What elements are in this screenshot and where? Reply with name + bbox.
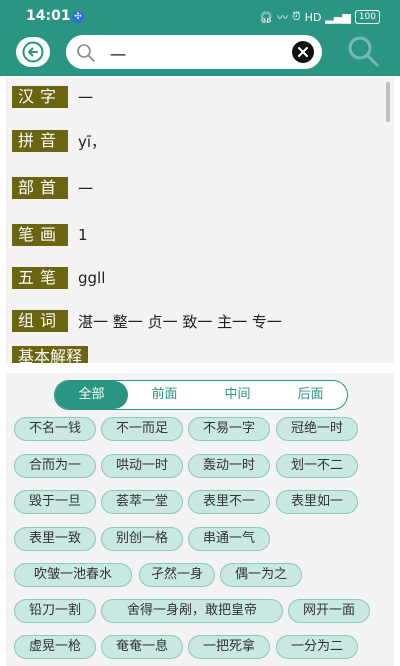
search-icon-right[interactable] [346,34,380,68]
back-button[interactable] [16,37,50,67]
battery-icon: 100 [354,10,380,24]
pinyin-row: 拼音 yī， [12,130,106,152]
character-info-panel: 汉字 一 拼音 yī， 部首 一 笔画 1 五笔 ggll 组词 湛一 整一 贞… [6,78,394,363]
idiom-chip[interactable]: 表里不一 [188,490,270,514]
words-label: 组词 [12,310,69,332]
search-box[interactable]: 一 [66,35,322,69]
app-header: 14:01 ✣ 🎧︎ 〰 ⏰︎ HD ▂▄▆ 100 一 [0,0,400,76]
tab-0[interactable]: 全部 [55,381,128,409]
headphones-icon: 🎧︎ [259,10,274,24]
position-tabs: 全部 前面 中间 后面 [54,380,348,410]
idiom-chip[interactable]: 合而为一 [14,454,96,478]
idiom-chip[interactable]: 吹皱一池春水 [14,563,132,587]
idiom-chip[interactable]: 一分为二 [276,635,358,659]
hanzi-value: 一 [78,88,94,107]
vibrate-icon: 〰 [277,11,289,24]
idiom-chip[interactable]: 串通一气 [188,527,270,551]
idiom-chip[interactable]: 一把死拿 [188,635,270,659]
basic-row: 基本解释 [12,346,89,363]
words-row: 组词 湛一 整一 贞一 致一 主一 专一 [12,310,282,332]
idiom-chip[interactable]: 轰动一时 [188,454,270,478]
hanzi-label: 汉字 [12,86,69,108]
strokes-label: 笔画 [12,224,69,246]
radical-value: 一 [78,179,94,198]
idiom-chip[interactable]: 表里如一 [276,490,358,514]
tab-1[interactable]: 前面 [128,381,201,409]
idiom-chip[interactable]: 冠绝一时 [276,417,358,441]
alarm-icon: ⏰︎ [292,10,301,23]
words-value: 湛一 整一 贞一 致一 主一 专一 [78,312,282,331]
status-icons: 🎧︎ 〰 ⏰︎ HD ▂▄▆ 100 [259,9,380,25]
strokes-row: 笔画 1 [12,224,88,246]
idiom-chip[interactable]: 铅刀一割 [14,599,96,623]
idiom-chip[interactable]: 偶一为之 [220,563,302,587]
idiom-chip[interactable]: 别创一格 [101,527,183,551]
pinyin-value: yī， [78,132,107,151]
status-bar: 14:01 ✣ 🎧︎ 〰 ⏰︎ HD ▂▄▆ 100 [0,0,400,34]
idiom-chip[interactable]: 虚晃一枪 [14,635,96,659]
basic-label: 基本解释 [12,346,89,363]
idiom-chip[interactable]: 不名一钱 [14,417,96,441]
idiom-chip[interactable]: 毁于一旦 [14,490,96,514]
pinyin-label: 拼音 [12,130,69,152]
wubi-row: 五笔 ggll [12,267,105,289]
tab-2[interactable]: 中间 [201,381,274,409]
idiom-chip[interactable]: 不易一字 [188,417,270,441]
signal-icon: ▂▄▆ [325,10,351,24]
clear-icon [298,47,308,57]
tab-3[interactable]: 后面 [274,381,347,409]
idiom-panel: 全部 前面 中间 后面 不名一钱 不一而足 不易一字 冠绝一时合而为一 哄动一时 轰动一时 划一不… [6,373,394,666]
idiom-chip[interactable]: 荟萃一堂 [101,490,183,514]
radical-label: 部首 [12,177,69,199]
idiom-chip[interactable]: 孑然一身 [139,563,215,587]
idiom-chip[interactable]: 奄奄一息 [101,635,183,659]
status-time: 14:01 [26,8,71,24]
search-icon [77,44,95,62]
idiom-chip[interactable]: 不一而足 [101,417,183,441]
idiom-chip[interactable]: 网开一面 [288,599,370,623]
network-label: HD [304,10,322,24]
radical-row: 部首 一 [12,177,93,199]
idiom-chip[interactable]: 舍得一身剐，敢把皇帝 [101,599,283,623]
strokes-value: 1 [78,226,88,244]
wubi-value: ggll [78,269,106,287]
notification-icon: ✣ [72,11,84,23]
wubi-label: 五笔 [12,267,69,289]
scrollbar[interactable] [386,82,390,122]
idiom-chip[interactable]: 划一不二 [276,454,358,478]
back-arrow-icon [22,41,44,63]
clear-button[interactable] [292,41,314,63]
search-input[interactable]: 一 [110,42,126,66]
idiom-chip[interactable]: 表里一致 [14,527,96,551]
idiom-chip[interactable]: 哄动一时 [101,454,183,478]
hanzi-row: 汉字 一 [12,86,93,108]
